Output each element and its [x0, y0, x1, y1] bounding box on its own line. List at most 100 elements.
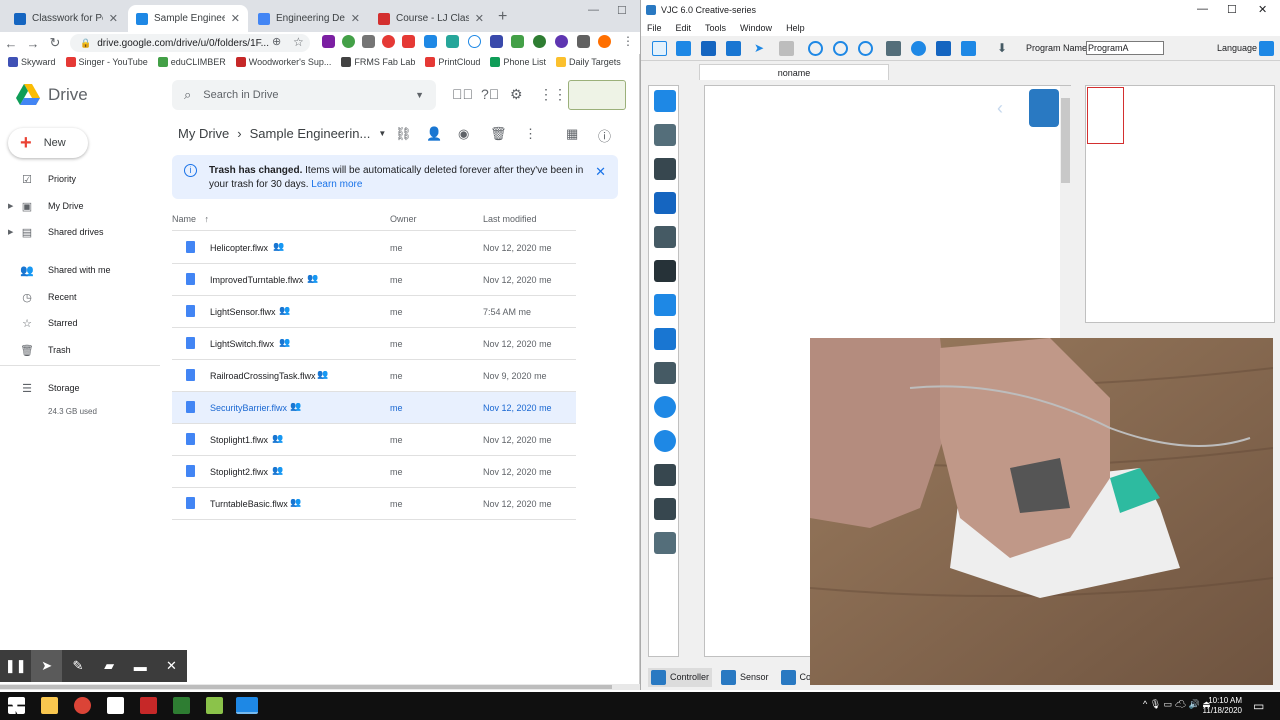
extension-icon[interactable] — [555, 35, 568, 48]
servo-block-icon[interactable] — [654, 362, 676, 384]
forward-icon[interactable]: → — [22, 36, 44, 51]
expand-caret-icon[interactable]: ▶ — [8, 202, 13, 210]
vjc-taskbar-icon[interactable] — [236, 697, 258, 714]
add-person-icon[interactable]: 👤 — [426, 126, 442, 142]
speaker-icon[interactable] — [654, 192, 676, 214]
file-explorer-icon[interactable] — [41, 697, 58, 714]
close-icon[interactable]: ✕ — [1258, 3, 1267, 16]
menu-edit[interactable]: Edit — [676, 23, 692, 33]
close-icon[interactable]: ✕ — [156, 658, 187, 674]
extension-icon[interactable] — [424, 35, 437, 48]
menu-help[interactable]: Help — [786, 23, 805, 33]
extension-icon[interactable] — [322, 35, 335, 48]
open-folder-icon[interactable] — [676, 41, 691, 56]
language-icon[interactable] — [1259, 41, 1274, 56]
maximize-icon[interactable]: ☐ — [617, 4, 627, 17]
file-row[interactable]: RailroadCrossingTask.flwx 👥 me Nov 9, 2020 … — [172, 360, 576, 392]
extension-icon[interactable] — [533, 35, 546, 48]
grid-view-icon[interactable]: ▦ — [566, 126, 578, 142]
menu-window[interactable]: Window — [740, 23, 772, 33]
pointer-icon[interactable]: ➤ — [31, 650, 63, 682]
display-block-icon[interactable] — [654, 226, 676, 248]
file-row[interactable]: LightSwitch.flwx 👥 me Nov 12, 2020 me — [172, 328, 576, 360]
breadcrumb-root[interactable]: My Drive — [178, 126, 229, 141]
vmware-icon[interactable] — [107, 697, 124, 714]
program-name-input[interactable]: ProgramA — [1086, 41, 1164, 55]
zoom-fit-icon[interactable] — [858, 41, 873, 56]
zoom-in-icon[interactable] — [808, 41, 823, 56]
scrollbar-thumb[interactable] — [0, 685, 612, 689]
chrome-icon[interactable] — [74, 697, 91, 714]
tab-classwork[interactable]: Classwork for Perfetto ✕ — [6, 5, 126, 32]
highlighter-icon[interactable]: ▰ — [94, 658, 125, 674]
menu-dots-icon[interactable]: ⋮ — [622, 34, 634, 48]
pen-icon[interactable]: ✎ — [62, 658, 93, 674]
menu-file[interactable]: File — [647, 23, 662, 33]
nav-item-my-drive[interactable]: ▶ ▣ My Drive — [0, 194, 160, 218]
bookmark-item[interactable]: PrintCloud — [425, 57, 480, 67]
file-row[interactable]: LightSensor.flwx 👥 me 7:54 AM me — [172, 296, 576, 328]
nav-item-shared-drives[interactable]: ▶ ▤ Shared drives — [0, 220, 160, 244]
drive-logo[interactable]: Drive — [16, 84, 88, 105]
nav-item-recent[interactable]: ◷ Recent — [0, 285, 160, 309]
bookmark-item[interactable]: Phone List — [490, 57, 546, 67]
bookmark-item[interactable]: FRMS Fab Lab — [341, 57, 415, 67]
extension-icon[interactable] — [342, 35, 355, 48]
document-tab[interactable]: noname — [699, 64, 889, 80]
new-file-icon[interactable] — [652, 41, 667, 56]
system-tray-icons[interactable]: ^ 🎙 ▭ ☁ 🔊 ⏏ — [1143, 699, 1211, 710]
tab-drive[interactable]: Sample Engineering D ✕ — [128, 5, 248, 32]
close-icon[interactable]: ✕ — [231, 12, 240, 25]
bookmark-item[interactable]: eduCLIMBER — [157, 57, 226, 67]
nav-item-starred[interactable]: ☆ Starred — [0, 311, 160, 335]
file-row[interactable]: Stoplight2.flwx 👥 me Nov 12, 2020 me — [172, 456, 576, 488]
save-all-icon[interactable] — [726, 41, 741, 56]
minimize-icon[interactable]: — — [588, 4, 599, 16]
clock-icon[interactable] — [654, 430, 676, 452]
bookmark-item[interactable]: Singer - YouTube — [65, 57, 148, 67]
loop-block-icon[interactable] — [654, 90, 676, 112]
extension-icon[interactable] — [382, 35, 395, 48]
avatar[interactable] — [598, 35, 611, 48]
pulse-out-icon[interactable] — [654, 294, 676, 316]
menu-tools[interactable]: Tools — [705, 23, 726, 33]
save-icon[interactable] — [701, 41, 716, 56]
offline-check-icon[interactable]: ✓⃝ — [452, 86, 473, 102]
file-row[interactable]: Stoplight1.flwx 👥 me Nov 12, 2020 me — [172, 424, 576, 456]
app-icon[interactable] — [206, 697, 223, 714]
file-row[interactable]: TurntableBasic.flwx 👥 me Nov 12, 2020 me — [172, 488, 576, 520]
link-icon[interactable]: ⛓ — [395, 126, 412, 142]
download-icon[interactable]: ⬇ — [997, 41, 1012, 56]
file-row[interactable]: ImprovedTurntable.flwx 👥 me Nov 12, 2020 me — [172, 264, 576, 296]
pause-icon[interactable]: ❚❚ — [0, 658, 31, 674]
settings-gear-icon[interactable]: ⚙ — [510, 86, 523, 103]
search-options-icon[interactable]: ▼ — [415, 90, 424, 100]
nav-item-priority[interactable]: ☑ Priority — [0, 167, 160, 191]
globe-icon[interactable] — [911, 41, 926, 56]
scrollbar-thumb[interactable] — [1061, 98, 1070, 183]
close-icon[interactable]: ✕ — [595, 164, 606, 180]
collapse-arrow-icon[interactable]: ‹ — [997, 98, 1003, 119]
tab-sensor[interactable]: Sensor — [718, 668, 772, 687]
system-clock[interactable]: 10:10 AM 11/18/2020 — [1203, 696, 1242, 716]
chevron-down-icon[interactable]: ▼ — [378, 129, 386, 138]
help-icon[interactable]: ?⃝ — [481, 86, 499, 102]
reload-icon[interactable]: ↻ — [44, 35, 66, 51]
notification-icon[interactable]: ▭ — [1253, 699, 1264, 713]
extension-icon[interactable] — [362, 35, 375, 48]
nav-item-trash[interactable]: 🗑 Trash — [0, 338, 160, 362]
bookmark-star-icon[interactable]: ☆ — [293, 35, 304, 49]
horizontal-scrollbar[interactable] — [0, 684, 640, 690]
bookmark-item[interactable]: Skyward — [8, 57, 56, 67]
select-pointer-icon[interactable]: ➤ — [754, 41, 769, 56]
extension-icon[interactable] — [468, 35, 481, 48]
hand-tool-icon[interactable] — [779, 41, 794, 56]
timer-icon[interactable] — [654, 396, 676, 418]
breadcrumb-current[interactable]: Sample Engineerin... — [250, 126, 371, 141]
text-block-icon[interactable] — [654, 124, 676, 146]
maximize-icon[interactable]: ☐ — [1227, 3, 1237, 16]
extension-icon[interactable] — [402, 35, 415, 48]
new-tab-icon[interactable]: + — [498, 8, 507, 26]
nav-item-storage[interactable]: ☰ Storage — [0, 376, 160, 400]
tab-engineering-design[interactable]: Engineering Design Lo ✕ — [250, 5, 368, 32]
